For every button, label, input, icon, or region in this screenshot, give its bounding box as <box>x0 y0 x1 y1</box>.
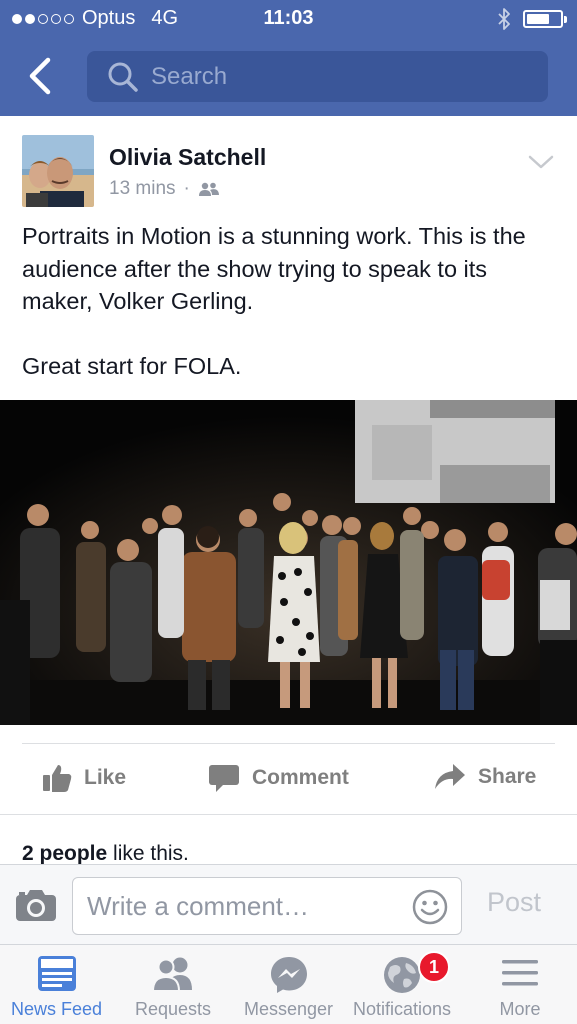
facebook-post-screen: Optus 4G 11:03 Search Olivia Satchell 13… <box>0 0 577 1024</box>
author-name[interactable]: Olivia Satchell <box>109 144 266 171</box>
tab-requests[interactable]: Requests <box>117 945 229 1024</box>
post-paragraph: Great start for FOLA. <box>22 352 242 379</box>
chevron-left-icon <box>29 57 51 95</box>
comment-field[interactable] <box>72 877 462 935</box>
tab-news-feed[interactable]: News Feed <box>0 945 113 1024</box>
post-comment-button[interactable]: Post <box>487 887 541 918</box>
tab-notifications[interactable]: 1 Notifications <box>346 945 458 1024</box>
news-feed-icon <box>37 956 76 991</box>
avatar-photo <box>22 135 94 207</box>
tab-label: Requests <box>134 999 212 1019</box>
divider <box>22 743 555 744</box>
search-bar[interactable] <box>87 51 548 102</box>
search-input[interactable] <box>151 62 511 91</box>
tab-label: Messenger <box>243 999 334 1019</box>
thumbs-up-icon <box>43 765 72 792</box>
post-body: Portraits in Motion is a stunning work. … <box>22 220 557 382</box>
emoji-icon[interactable] <box>411 888 449 926</box>
post-actions: Like Comment Share <box>0 749 577 811</box>
tab-bar: News Feed Requests Messenger 1 Notificat… <box>0 944 577 1024</box>
likes-summary[interactable]: 2 people like this. <box>22 842 189 866</box>
tab-label: More <box>499 999 541 1019</box>
camera-icon <box>16 890 56 921</box>
tab-label: News Feed <box>10 999 103 1019</box>
friends-icon[interactable] <box>198 181 220 197</box>
battery-level <box>527 14 549 24</box>
post-meta: 13 mins · <box>109 178 220 200</box>
tab-more[interactable]: More <box>463 945 577 1024</box>
tab-messenger[interactable]: Messenger <box>233 945 344 1024</box>
divider <box>0 814 577 815</box>
comment-input[interactable] <box>87 890 407 922</box>
meta-separator: · <box>183 178 190 199</box>
top-bar: Optus 4G 11:03 <box>0 0 577 116</box>
globe-icon <box>384 957 420 993</box>
post-timestamp[interactable]: 13 mins <box>109 178 176 200</box>
like-button[interactable]: Like <box>42 763 126 793</box>
messenger-icon <box>270 957 307 993</box>
tab-label: Notifications <box>352 999 452 1019</box>
share-arrow-icon <box>435 764 465 789</box>
notification-badge: 1 <box>418 951 450 983</box>
add-photo-button[interactable] <box>14 887 58 923</box>
post-paragraph: Portraits in Motion is a stunning work. … <box>22 223 526 314</box>
friend-requests-icon <box>151 957 192 992</box>
search-icon <box>108 62 138 92</box>
share-label: Share <box>478 765 537 788</box>
post-photo[interactable] <box>0 400 577 725</box>
likes-suffix: like this. <box>107 842 189 865</box>
post-options-button[interactable] <box>527 152 555 172</box>
clock: 11:03 <box>263 7 314 29</box>
back-button[interactable] <box>24 56 58 96</box>
likes-count: 2 people <box>22 842 108 865</box>
status-bar: Optus 4G 11:03 <box>0 0 577 38</box>
comment-composer: Post <box>0 864 577 944</box>
comment-bubble-icon <box>209 765 239 792</box>
comment-label: Comment <box>252 766 349 789</box>
comment-button[interactable]: Comment <box>208 763 349 793</box>
share-button[interactable]: Share <box>434 763 536 791</box>
hamburger-menu-icon <box>502 960 538 986</box>
bluetooth-icon <box>498 8 510 30</box>
chevron-down-icon <box>528 155 554 169</box>
audience-photo <box>0 400 577 725</box>
author-avatar[interactable] <box>22 135 94 207</box>
battery-icon <box>523 10 567 28</box>
status-icons <box>497 7 567 31</box>
like-label: Like <box>84 766 127 789</box>
